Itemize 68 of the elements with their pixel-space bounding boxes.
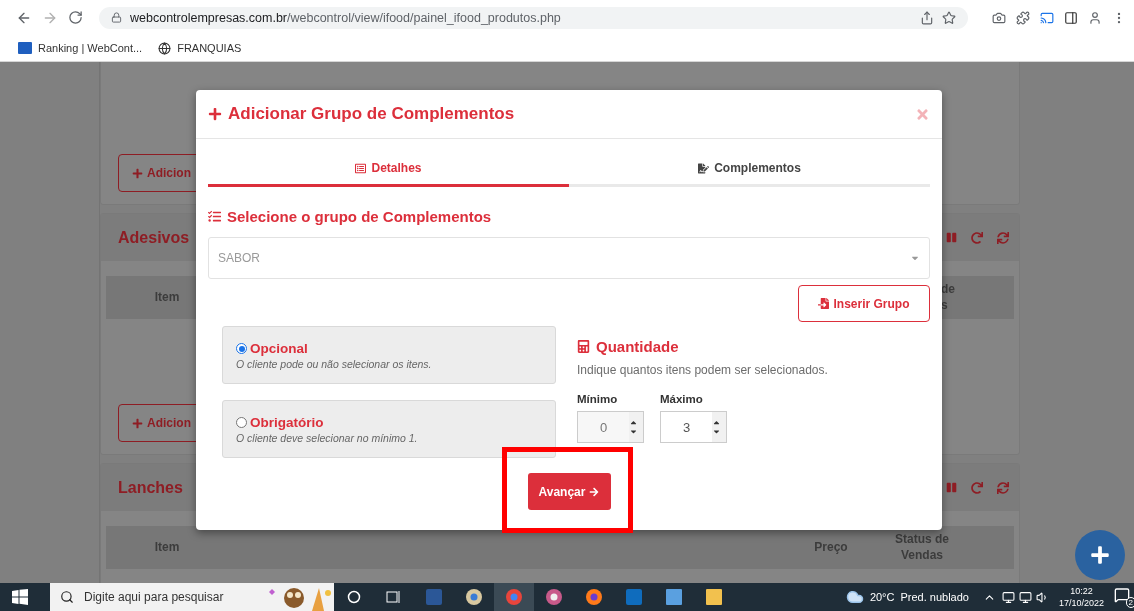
file-import-icon	[818, 298, 830, 309]
card-title: Adesivos	[118, 228, 190, 247]
radio-button[interactable]	[236, 417, 247, 428]
option-card[interactable]: Opcional O cliente pode ou não selecionar os itens.	[222, 326, 556, 384]
bookmark[interactable]: FRANQUIAS	[158, 41, 242, 55]
camera-icon[interactable]	[992, 10, 1006, 25]
task-view-icon[interactable]	[386, 590, 402, 604]
side-panel-icon[interactable]	[1064, 10, 1078, 25]
puzzle-icon[interactable]	[1016, 10, 1030, 25]
field-label: Mínimo	[577, 393, 619, 405]
select-placeholder: SABOR	[218, 251, 260, 265]
radio-button[interactable]	[236, 343, 247, 354]
tab[interactable]: Complementos	[569, 149, 930, 187]
globe-icon	[158, 41, 172, 55]
up-icon[interactable]	[712, 418, 721, 427]
profile-icon[interactable]	[1088, 10, 1102, 25]
column-header: Preço	[814, 539, 848, 556]
weather-text: Pred. nublado	[900, 591, 969, 603]
search-icon	[60, 590, 74, 604]
app-icon[interactable]	[545, 588, 563, 606]
clock[interactable]: 10:22 17/10/2022	[1058, 585, 1104, 609]
notification-icon[interactable]	[1114, 587, 1130, 603]
windows-logo-icon[interactable]	[12, 589, 28, 605]
group-select[interactable]: SABOR	[208, 237, 930, 279]
arrow-right-icon	[589, 486, 600, 497]
file-edit-icon	[698, 162, 710, 174]
add-fab[interactable]	[1075, 530, 1125, 580]
quantity-title: Quantidade	[596, 338, 679, 355]
taskbar-search[interactable]: Digite aqui para pesquisar	[50, 583, 264, 611]
url-text: webcontrolempresas.com.br/webcontrol/view/ifood/painel_ifood_produtos.php	[130, 10, 562, 25]
section-title: Selecione o grupo de Complementos	[227, 208, 492, 225]
share-icon[interactable]	[920, 10, 934, 25]
lock-icon	[111, 12, 122, 23]
list-icon	[355, 162, 367, 174]
plus-icon	[208, 107, 222, 121]
field-label: Máximo	[660, 393, 704, 405]
number-field[interactable]: 3	[660, 411, 727, 443]
calculator-icon	[577, 340, 590, 353]
option-description: O cliente pode ou não selecionar os itens.	[236, 358, 433, 370]
cast-icon[interactable]	[1040, 10, 1054, 25]
logo-icon	[18, 42, 32, 54]
plus-icon	[132, 167, 143, 179]
monitor-icon[interactable]	[1018, 590, 1032, 604]
star-icon[interactable]	[942, 10, 956, 25]
bookmark[interactable]: Ranking | WebCont...	[18, 42, 143, 54]
reload-icon[interactable]	[68, 10, 83, 25]
volume-icon[interactable]	[1035, 590, 1049, 604]
address-bar[interactable]: webcontrolempresas.com.br/webcontrol/view/ifood/painel_ifood_produtos.php	[99, 6, 968, 29]
column-header: Item	[154, 289, 180, 306]
cloud-icon	[845, 588, 864, 606]
column-header: Item	[154, 539, 180, 556]
down-icon[interactable]	[712, 427, 721, 436]
option-label: Opcional	[250, 341, 308, 356]
column-header: de s	[941, 281, 955, 314]
card-title: Lanches	[118, 478, 183, 497]
quantity-hint: Indique quantos itens podem ser selecionados.	[577, 363, 828, 377]
next-button[interactable]: Avançar	[527, 473, 611, 510]
insert-group-button[interactable]: Inserir Grupo	[798, 285, 930, 322]
option-card[interactable]: Obrigatório O cliente deve selecionar no mínimo 1.	[222, 400, 556, 458]
notification-count: 2	[1125, 597, 1134, 608]
option-label: Obrigatório	[250, 415, 324, 430]
plus-icon	[1090, 545, 1110, 565]
temperature-text: 20°C	[869, 591, 895, 603]
plus-icon	[132, 417, 143, 429]
circle-icon[interactable]	[347, 590, 361, 604]
column-header: Status de Vendas	[895, 531, 949, 564]
modal-title: Adicionar Grupo de Complementos	[228, 104, 516, 124]
checklist-icon	[208, 210, 221, 223]
